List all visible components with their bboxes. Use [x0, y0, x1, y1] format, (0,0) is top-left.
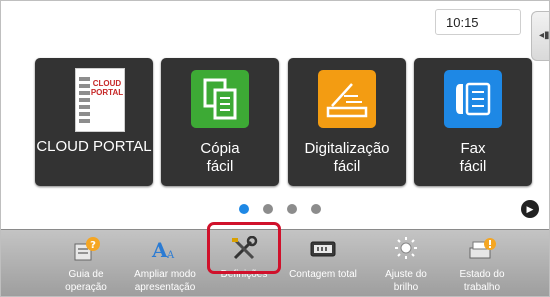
- shortcut-label: Contagem total: [289, 269, 357, 280]
- tile-label: Fax fácil: [459, 140, 487, 175]
- tile-label: Digitalização fácil: [304, 140, 390, 175]
- side-panel-handle[interactable]: ◂▮: [531, 11, 550, 61]
- job-status-icon: [467, 236, 497, 262]
- svg-text:?: ?: [90, 240, 96, 251]
- side-handle-icon: ◂▮: [539, 30, 550, 41]
- time-text: 10:15: [446, 15, 479, 30]
- next-page-arrow-icon[interactable]: ▶: [521, 200, 539, 218]
- tile-digitalizacao-facil[interactable]: Digitalização fácil: [288, 58, 406, 186]
- shortcut-estado-do-trabalho[interactable]: Estado do trabalho: [447, 230, 517, 296]
- shortcut-guia-de-operacao[interactable]: ? Guia de operação: [51, 230, 121, 296]
- clock-display: 10:15: [435, 9, 521, 35]
- tile-fax-facil[interactable]: Fax fácil: [414, 58, 532, 186]
- shortcut-label: Estado do trabalho: [459, 269, 505, 293]
- shortcut-label: Ampliar modo apresentação: [134, 269, 196, 293]
- bottom-shortcut-bar: ? Guia de operação A A Ampliar modo apre…: [1, 229, 549, 296]
- cloud-portal-icon-text-1: CLOUD: [92, 79, 122, 88]
- shortcut-ampliar-modo-apresentacao[interactable]: A A Ampliar modo apresentação: [123, 230, 207, 296]
- shortcut-contagem-total[interactable]: Contagem total: [283, 230, 363, 296]
- text-size-icon: A A: [150, 236, 180, 262]
- page-dot[interactable]: [287, 204, 297, 214]
- shortcut-definicoes[interactable]: Definições: [209, 230, 279, 296]
- tile-cloud-portal[interactable]: CLOUD PORTAL CLOUD PORTAL: [35, 58, 153, 186]
- tile-label: Cópia fácil: [200, 140, 240, 175]
- scan-icon: [318, 70, 376, 128]
- page-dot-active[interactable]: [239, 204, 249, 214]
- shortcut-label: Ajuste do brilho: [385, 269, 427, 293]
- cloud-portal-icon-text-2: PORTAL: [90, 88, 124, 97]
- page-dot[interactable]: [311, 204, 321, 214]
- shortcut-label: Guia de operação: [65, 269, 107, 293]
- shortcut-ajuste-do-brilho[interactable]: Ajuste do brilho: [371, 230, 441, 296]
- page-dot[interactable]: [263, 204, 273, 214]
- cloud-portal-icon: CLOUD PORTAL: [75, 68, 125, 132]
- counter-icon: [308, 236, 338, 262]
- svg-text:A: A: [166, 250, 175, 261]
- help-book-icon: ?: [71, 236, 101, 262]
- brightness-icon: [391, 236, 421, 262]
- shortcut-label: Definições: [220, 269, 268, 280]
- tile-copia-facil[interactable]: Cópia fácil: [161, 58, 279, 186]
- home-screen: 10:15 ◂▮ CLOUD PORTAL CLOUD PORTAL Cópia…: [0, 0, 550, 297]
- tile-label: CLOUD PORTAL: [36, 138, 152, 155]
- fax-icon: [444, 70, 502, 128]
- svg-text:A: A: [151, 238, 168, 262]
- copy-icon: [191, 70, 249, 128]
- settings-tools-icon: [229, 235, 259, 262]
